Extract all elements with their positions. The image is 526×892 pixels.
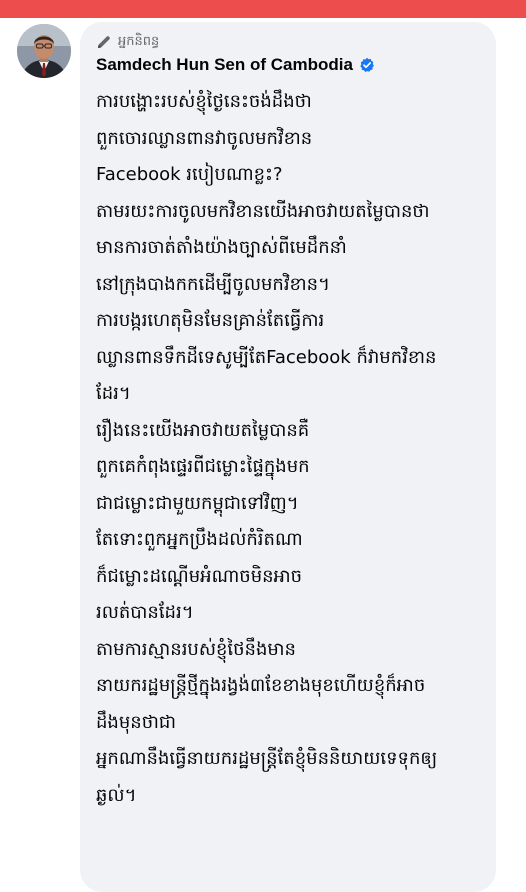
post-line: ការបង្ករហេតុមិនមែនគ្រាន់តែធ្វើការ: [96, 310, 325, 331]
avatar[interactable]: [17, 24, 71, 78]
page-name[interactable]: Samdech Hun Sen of Cambodia: [96, 55, 353, 75]
post-line: ក៏ជម្លោះដណ្តើមអំណាចមិនអាច: [96, 565, 303, 587]
author-role-row: អ្នកនិពន្ធ: [96, 32, 159, 52]
author-name-row: Samdech Hun Sen of Cambodia: [96, 55, 375, 75]
post-line: រលត់បានដែរ។: [96, 602, 194, 623]
author-role-label: អ្នកនិពន្ធ: [118, 33, 160, 49]
post-line: តែទោះពួកអ្នកប្រឹងដល់កំរិតណា: [96, 529, 303, 550]
post-line: មានការចាត់តាំងយ៉ាងច្បាស់ពីមេដឹកនាំ: [96, 237, 347, 258]
post-line: អ្នកណានឹងធ្វើនាយករដ្ឋមន្ត្រីតែខ្ញុំមិននិ…: [96, 748, 438, 769]
post-line: ដឹងមុនថាជា: [96, 711, 176, 733]
post-line: នៅក្រុងបាងកកដើម្បីចូលមកវិខាន។: [96, 273, 330, 295]
post-line: នាយករដ្ឋមន្ត្រីថ្មីក្នុងរង្វង់៣ខែខាងមុខហ…: [96, 675, 426, 696]
post-line: ដែរ។: [96, 383, 131, 404]
post-line: ជាជម្លោះជាមួយកម្ពុជាទៅវិញ។: [96, 492, 299, 514]
top-status-bar: [0, 0, 526, 18]
verified-badge-icon: [360, 57, 374, 72]
profile-photo: [17, 24, 71, 78]
post-line: ពួកចោរឈ្លានពានវាចូលមកវិខាន: [96, 127, 313, 149]
post-line: ពួកគេកំពុងផ្ទេរពីជម្លោះផ្ទៃក្នុងមក: [96, 456, 310, 477]
post-line: រឿងនេះយើងអាចវាយតម្លៃបានគឺ: [96, 419, 310, 441]
post-line: ឆ្ងល់។: [96, 784, 137, 806]
post-line: តាមរយះការចូលមកវិខានយើងអាចវាយតម្លៃបានថា: [96, 200, 430, 222]
post-line: ការបង្ហោះរបស់ខ្ញុំថ្ងៃនេះចង់ដឹងថា: [96, 91, 312, 112]
post-body: ការបង្ហោះរបស់ខ្ញុំថ្ងៃនេះចង់ដឹងថា ពួកចោរ…: [96, 84, 492, 814]
post-line: ឈ្លានពានទឹកដីទេសូម្បីតែFacebook ក៏វាមកវិ…: [96, 346, 437, 368]
post-line: តាមការស្មានរបស់ខ្ញុំថៃនឹងមាន: [96, 638, 296, 660]
post-line: Facebook របៀបណាខ្លះ?: [96, 164, 283, 185]
pencil-icon: [98, 36, 110, 48]
